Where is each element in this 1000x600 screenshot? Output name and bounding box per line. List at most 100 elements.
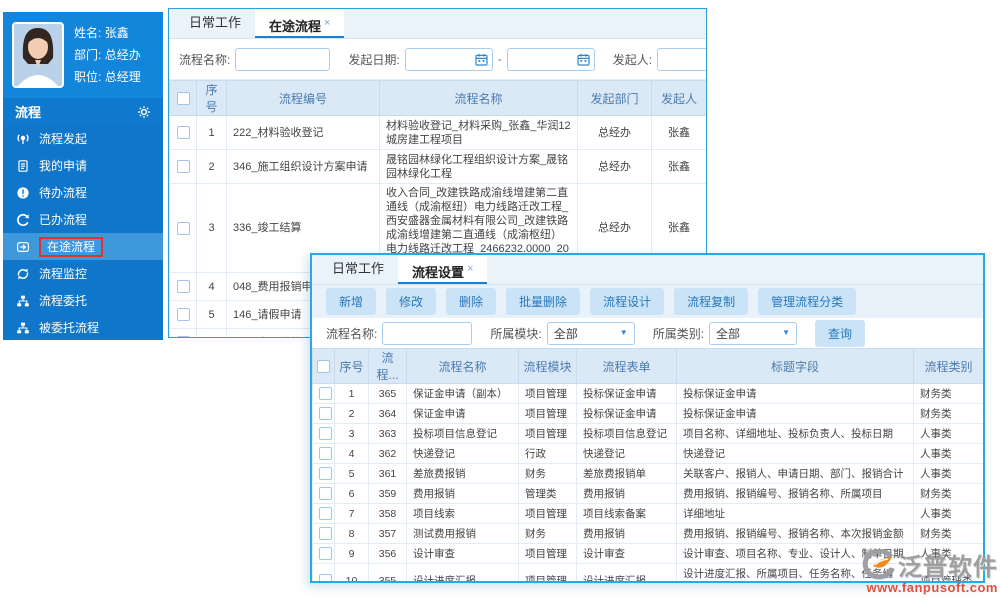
tab-daily-work[interactable]: 日常工作	[318, 255, 398, 284]
table-row[interactable]: 2 346_施工组织设计方案申请 晟铭园林绿化工程组织设计方案_晟铭园林绿化工程…	[169, 149, 706, 184]
date-separator: -	[497, 52, 502, 66]
row-checkbox[interactable]	[176, 221, 190, 235]
selected-item-highlight: 在途流程	[39, 236, 104, 257]
gear-icon[interactable]	[137, 105, 151, 119]
front-filter-bar: 流程名称: 所属模块: 全部 ▼ 所属类别: 全部 ▼ 查询	[312, 318, 983, 348]
select-all-checkbox[interactable]	[317, 360, 330, 374]
table-row[interactable]: 3 363 投标项目信息登记 项目管理 投标项目信息登记 项目名称、详细地址、投…	[312, 423, 983, 444]
col-header[interactable]: 标题字段	[676, 348, 914, 384]
col-header[interactable]: 序号	[196, 80, 227, 116]
col-header[interactable]: 流程模块	[518, 348, 577, 384]
user-name-line: 姓名: 张鑫	[74, 26, 129, 40]
sidebar-item-in-transit-processes[interactable]: 在途流程	[3, 233, 163, 260]
sidebar-menu: 流程发起 我的申请 待办流程 已办流程 在途流程 流程监控 流程委托 被委托流程	[3, 125, 163, 341]
table-row[interactable]: 7 358 项目线索 项目管理 项目线索备案 详细地址 人事类	[312, 503, 983, 524]
row-checkbox[interactable]	[319, 407, 332, 421]
process-name-label: 流程名称:	[326, 326, 378, 341]
sidebar-item-process-monitor[interactable]: 流程监控	[3, 260, 163, 287]
row-checkbox[interactable]	[319, 427, 332, 441]
user-title-line: 职位: 总经理	[74, 70, 141, 84]
sidebar-item-my-applications[interactable]: 我的申请	[3, 152, 163, 179]
sidebar-item-label: 已办流程	[39, 213, 88, 227]
table-row[interactable]: 10 355 设计进度汇报 项目管理 设计进度汇报 设计进度汇报、所属项目、任务…	[312, 563, 983, 581]
sidebar-item-completed-processes[interactable]: 已办流程	[3, 206, 163, 233]
row-checkbox[interactable]	[319, 527, 332, 541]
category-label: 所属类别:	[652, 326, 705, 341]
row-checkbox[interactable]	[319, 547, 332, 561]
avatar	[12, 22, 64, 88]
batch-delete-button[interactable]: 批量删除	[506, 288, 581, 315]
sidebar-item-pending-processes[interactable]: 待办流程	[3, 179, 163, 206]
sidebar-item-process-delegation[interactable]: 流程委托	[3, 287, 163, 314]
row-checkbox[interactable]	[319, 574, 332, 581]
broadcast-icon	[16, 132, 30, 146]
col-header[interactable]: 流程编号	[226, 80, 380, 116]
table-row[interactable]: 1 222_材料验收登记 材料验收登记_材料采购_张鑫_华润12城房建工程项目 …	[169, 115, 706, 150]
col-header[interactable]: 发起部门	[577, 80, 652, 116]
tab-process-settings[interactable]: 流程设置 ×	[398, 255, 488, 284]
table-row[interactable]: 2 364 保证金申请 项目管理 投标保证金申请 投标保证金申请 财务类	[312, 403, 983, 424]
sidebar-item-label: 我的申请	[39, 159, 88, 173]
sidebar-item-label: 流程发起	[39, 132, 88, 146]
manage-category-button[interactable]: 管理流程分类	[758, 288, 857, 315]
tab-label: 日常工作	[332, 261, 385, 276]
process-name-input[interactable]	[382, 321, 473, 345]
process-copy-button[interactable]: 流程复制	[674, 288, 749, 315]
col-header[interactable]: 流程名称	[379, 80, 578, 116]
edit-button[interactable]: 修改	[386, 288, 437, 315]
process-design-button[interactable]: 流程设计	[590, 288, 665, 315]
initiator-input[interactable]	[657, 47, 706, 71]
row-checkbox[interactable]	[176, 280, 190, 294]
row-checkbox[interactable]	[176, 160, 190, 174]
sidebar-item-label: 流程监控	[39, 267, 88, 281]
module-select[interactable]: 全部 ▼	[546, 321, 635, 345]
select-all-checkbox[interactable]	[176, 92, 190, 106]
table-row[interactable]: 8 357 测试费用报销 财务 费用报销 费用报销、报销编号、报销名称、本次报销…	[312, 523, 983, 544]
tab-daily-work[interactable]: 日常工作	[175, 9, 255, 38]
tab-label: 在途流程	[269, 19, 322, 34]
process-name-label: 流程名称:	[179, 52, 231, 67]
row-checkbox[interactable]	[176, 126, 190, 140]
query-button[interactable]: 查询	[815, 319, 866, 347]
category-select[interactable]: 全部 ▼	[709, 321, 798, 345]
close-icon[interactable]: ×	[324, 17, 330, 29]
chevron-down-icon: ▼	[782, 328, 791, 337]
sidebar-item-label: 被委托流程	[39, 321, 100, 335]
table-row[interactable]: 5 361 差旅费报销 财务 差旅费报销单 关联客户、报销人、申请日期、部门、报…	[312, 463, 983, 484]
date-to-input[interactable]	[506, 47, 595, 71]
sidebar: 姓名: 张鑫 部门: 总经办 职位: 总经理 流程 流程发起 我的申请 待办流程…	[3, 12, 163, 340]
row-checkbox[interactable]	[319, 467, 332, 481]
section-title: 流程	[15, 105, 42, 120]
user-panel: 姓名: 张鑫 部门: 总经办 职位: 总经理	[3, 12, 163, 98]
process-name-input[interactable]	[235, 47, 331, 71]
tab-in-transit[interactable]: 在途流程 ×	[255, 9, 345, 38]
col-header[interactable]: 流程表单	[576, 348, 677, 384]
user-dept-line: 部门: 总经办	[74, 48, 141, 62]
col-header[interactable]: 流程...	[368, 348, 407, 384]
table-row[interactable]: 9 356 设计审查 项目管理 设计审查 设计审查、项目名称、专业、设计人、制单…	[312, 543, 983, 564]
table-row[interactable]: 6 359 费用报销 管理类 费用报销 费用报销、报销编号、报销名称、所属项目 …	[312, 483, 983, 504]
row-checkbox[interactable]	[319, 447, 332, 461]
row-checkbox[interactable]	[319, 507, 332, 521]
date-from-input[interactable]	[404, 47, 493, 71]
row-checkbox[interactable]	[176, 308, 190, 322]
col-header[interactable]: 流程名称	[406, 348, 519, 384]
sidebar-item-process-initiate[interactable]: 流程发起	[3, 125, 163, 152]
table-row[interactable]: 1 365 保证金申请（副本） 项目管理 投标保证金申请 投标保证金申请 财务类	[312, 383, 983, 404]
col-header[interactable]: 流程类别	[913, 348, 983, 384]
row-checkbox[interactable]	[319, 387, 332, 401]
sidebar-item-label: 待办流程	[39, 186, 88, 200]
redo-arrow-icon	[16, 213, 30, 227]
delete-button[interactable]: 删除	[446, 288, 497, 315]
add-button[interactable]: 新增	[326, 288, 377, 315]
chevron-down-icon: ▼	[619, 328, 628, 337]
toolbar: 新增 修改 删除 批量删除 流程设计 流程复制 管理流程分类	[312, 285, 983, 318]
table-row[interactable]: 4 362 快递登记 行政 快递登记 快递登记 人事类	[312, 443, 983, 464]
col-header[interactable]: 发起人	[651, 80, 706, 116]
window-process-settings: 日常工作 流程设置 × 新增 修改 删除 批量删除 流程设计 流程复制 管理流程分…	[310, 253, 985, 583]
row-checkbox[interactable]	[319, 487, 332, 501]
col-header[interactable]: 序号	[334, 348, 369, 384]
close-icon[interactable]: ×	[467, 263, 473, 275]
row-checkbox[interactable]	[176, 336, 190, 337]
sidebar-item-delegated-processes[interactable]: 被委托流程	[3, 314, 163, 341]
